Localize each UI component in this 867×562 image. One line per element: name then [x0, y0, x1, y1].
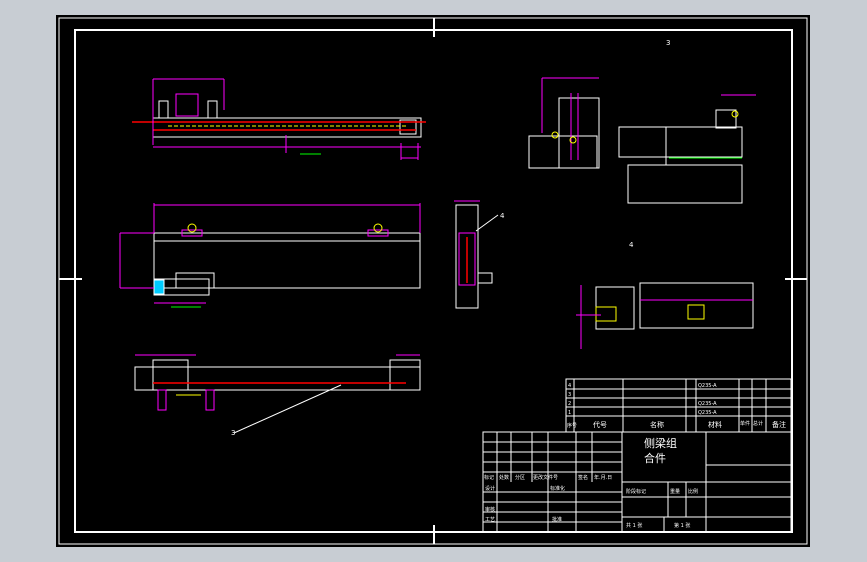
bom-header-code: 代号: [593, 420, 607, 429]
label-review: 审核: [485, 506, 495, 513]
bom-header-unit: 单件: [740, 420, 750, 427]
bom-row-no: 4: [568, 383, 571, 389]
bom-header-remark: 备注: [772, 420, 786, 429]
bom-row-material: Q235-A: [698, 401, 717, 407]
bom-row-material: Q235-A: [698, 410, 717, 416]
bom-header-name: 名称: [650, 420, 664, 429]
bom-row-material: Q235-A: [698, 383, 717, 389]
bom-row-no: 2: [568, 401, 571, 407]
label-weight: 重量: [670, 488, 680, 495]
label-scale: 比例: [688, 488, 698, 495]
view-label-3: 3: [666, 39, 670, 47]
drawing-frame: [58, 17, 808, 545]
detail-view-3: [528, 77, 756, 204]
bom-header-total: 总计: [753, 420, 763, 427]
drawing-title-line1: 侧梁组: [644, 436, 677, 450]
sheet-number: 第 1 张: [674, 522, 690, 529]
sheets-total: 共 1 张: [626, 522, 642, 529]
bom-header-material: 材料: [708, 420, 722, 429]
leader-lines: [233, 214, 499, 434]
drawing-title-line2: 合件: [644, 451, 666, 465]
label-standardize: 标准化: [550, 485, 565, 492]
bom-row-no: 1: [568, 410, 571, 416]
cad-canvas: 3 4 3 4 4 3 2 1 Q235-A Q235-A Q235-A 序号 …: [58, 17, 808, 545]
label-approve: 批准: [552, 516, 562, 523]
top-view: [119, 203, 421, 308]
side-view: [454, 200, 493, 309]
balloon-4: 4: [500, 212, 505, 220]
title-block: [482, 431, 792, 533]
front-view: [132, 78, 426, 160]
label-design: 设计: [485, 485, 495, 492]
label-process: 工艺: [485, 517, 495, 523]
label-stage: 阶段标记: [626, 488, 646, 495]
drawing-sheet: 3 4 3 4 4 3 2 1 Q235-A Q235-A Q235-A 序号 …: [56, 15, 810, 547]
rev-header-sign: 签名: [578, 474, 588, 481]
rev-header-zone: 分区: [515, 474, 525, 481]
view-label-4: 4: [629, 241, 634, 249]
bottom-view: [134, 354, 421, 411]
rev-header-docno: 更改文件号: [533, 474, 558, 481]
rev-header-date: 年.月.日: [594, 474, 612, 481]
bom-row-no: 3: [568, 392, 571, 398]
bom-header-no: 序号: [567, 422, 577, 429]
balloon-3: 3: [231, 429, 235, 437]
rev-header-mark: 标记: [484, 474, 494, 481]
rev-header-count: 处数: [499, 474, 509, 481]
detail-view-4: [576, 282, 754, 349]
